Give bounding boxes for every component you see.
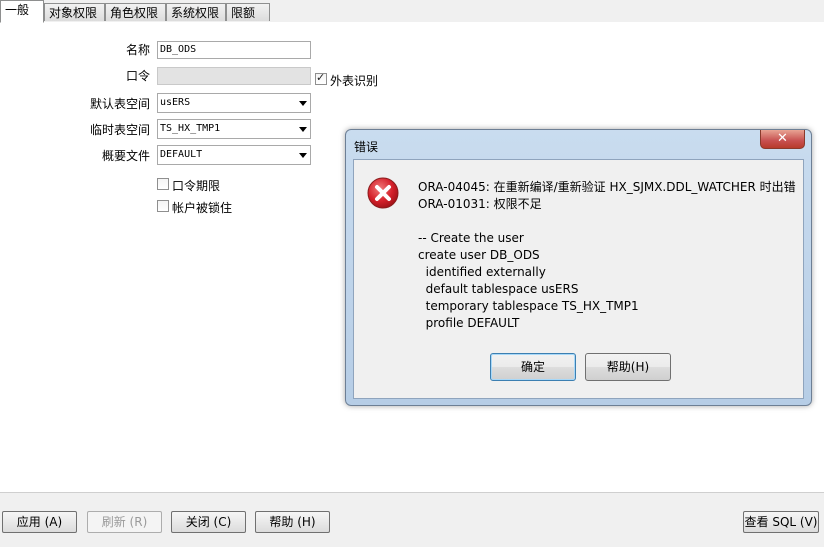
ok-button[interactable]: 确定 [490,353,576,381]
refresh-button[interactable]: 刷新 (R) [87,511,162,533]
tab-quotas[interactable]: 限额 [226,3,270,21]
account-locked-label: 帐户被锁住 [172,201,233,215]
dialog-help-button[interactable]: 帮助(H) [585,353,671,381]
sql-line: create user DB_ODS [418,248,540,262]
sql-line: profile DEFAULT [418,316,520,330]
error-message-line-2: ORA-01031: 权限不足 [418,197,542,211]
temp-tablespace-select[interactable]: TS_HX_TMP1 [157,119,311,139]
error-dialog: 错误 ✕ ORA-04045: 在重新编译/重新验证 HX_SJMX.DDL_W… [345,129,812,406]
password-field[interactable] [157,67,311,85]
temp-tablespace-label: 临时表空间 [89,123,150,137]
tab-system-privileges[interactable]: 系统权限 [166,3,226,21]
close-button[interactable]: 关闭 (C) [171,511,246,533]
profile-value: DEFAULT [160,149,203,160]
password-expire-label: 口令期限 [172,179,221,193]
tab-bar: 一般 对象权限 角色权限 系统权限 限额 [0,0,824,23]
account-locked-checkbox[interactable] [157,200,169,212]
button-bar: 应用 (A) 刷新 (R) 关闭 (C) 帮助 (H) 查看 SQL (V) [0,492,824,547]
tab-role-privileges[interactable]: 角色权限 [105,3,166,21]
tab-object-privileges[interactable]: 对象权限 [44,3,105,21]
profile-label: 概要文件 [101,149,150,163]
profile-select[interactable]: DEFAULT [157,145,311,165]
sql-line: -- Create the user [418,231,524,245]
name-field[interactable]: DB_ODS [157,41,311,59]
temp-tablespace-value: TS_HX_TMP1 [160,123,221,134]
default-tablespace-value: usERS [160,97,191,108]
default-tablespace-label: 默认表空间 [89,97,150,111]
password-label: 口令 [125,69,150,83]
view-sql-button[interactable]: 查看 SQL (V) [743,511,819,533]
error-icon [367,177,399,209]
dropdown-arrow-icon [299,153,307,158]
error-message-line-1: ORA-04045: 在重新编译/重新验证 HX_SJMX.DDL_WATCHE… [418,180,796,194]
sql-line: identified externally [418,265,546,279]
external-checkbox[interactable] [315,71,327,85]
dialog-body: ORA-04045: 在重新编译/重新验证 HX_SJMX.DDL_WATCHE… [353,159,804,399]
sql-line: temporary tablespace TS_HX_TMP1 [418,299,639,313]
external-label: 外表识别 [330,74,379,88]
default-tablespace-select[interactable]: usERS [157,93,311,113]
dropdown-arrow-icon [299,127,307,132]
help-button[interactable]: 帮助 (H) [255,511,330,533]
apply-button[interactable]: 应用 (A) [2,511,77,533]
dialog-title: 错误 [354,140,379,154]
dialog-close-button[interactable]: ✕ [760,130,805,149]
sql-line: default tablespace usERS [418,282,579,296]
close-icon: ✕ [777,131,788,146]
dropdown-arrow-icon [299,101,307,106]
password-expire-checkbox[interactable] [157,178,169,190]
tab-general[interactable]: 一般 [0,0,44,23]
name-label: 名称 [125,43,150,57]
